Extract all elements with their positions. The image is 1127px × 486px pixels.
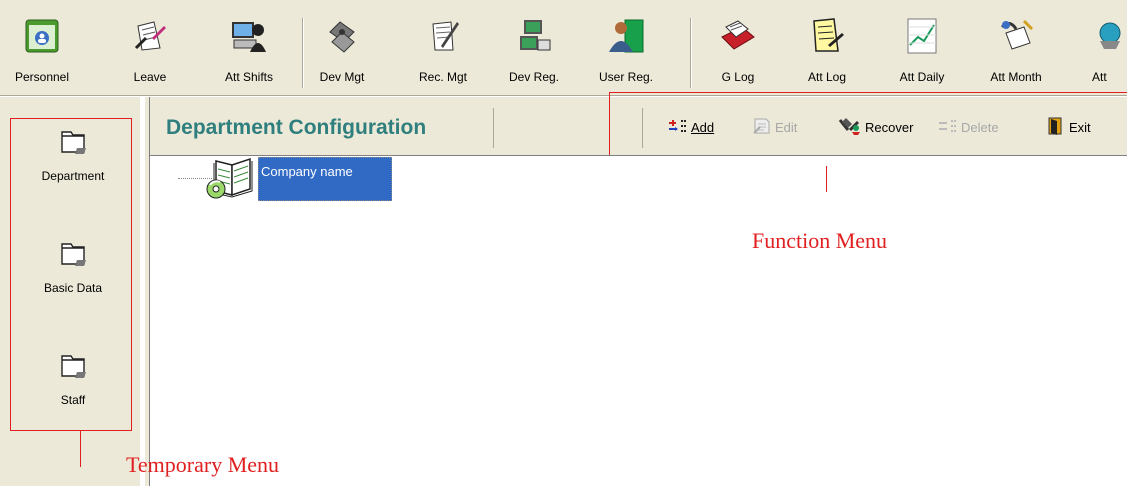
main-toolbar: Personnel Leave Att Shifts Dev Mgt Rec. … <box>0 0 1127 96</box>
page-title: Department Configuration <box>166 116 427 139</box>
toolbar-label: Att Log <box>807 70 847 84</box>
leave-icon <box>130 14 170 58</box>
toolbar-att-log-button[interactable]: Att Log <box>802 14 852 92</box>
toolbar-label: Leave <box>133 70 167 84</box>
toolbar-att-shifts-button[interactable]: Att Shifts <box>214 14 284 92</box>
toolbar-label: Dev Mgt <box>319 70 365 84</box>
toolbar-label: Att Daily <box>899 70 945 84</box>
toolbar-personnel-button[interactable]: Personnel <box>14 14 70 92</box>
rec-mgt-icon <box>423 14 463 58</box>
toolbar-label: Dev Reg. <box>508 70 560 84</box>
toolbar-separator <box>690 18 692 88</box>
personnel-icon <box>22 14 62 58</box>
tree-node-company[interactable]: Company name <box>258 157 392 201</box>
toolbar-label: User Reg. <box>598 70 654 84</box>
toolbar-label: Att <box>1092 70 1107 84</box>
toolbar-att-daily-button[interactable]: Att Daily <box>894 14 950 92</box>
user-reg-icon <box>606 14 646 58</box>
temporary-menu-highlight-box <box>10 118 132 431</box>
function-menu-annotation: Function Menu <box>752 228 888 253</box>
att-log-icon <box>807 14 847 58</box>
toolbar-rec-mgt-button[interactable]: Rec. Mgt <box>414 14 472 92</box>
toolbar-label: Rec. Mgt <box>418 70 467 84</box>
att-icon <box>1086 14 1126 58</box>
toolbar-user-reg-button[interactable]: User Reg. <box>594 14 658 92</box>
toolbar-dev-reg-button[interactable]: Dev Reg. <box>506 14 562 92</box>
dev-reg-icon <box>514 14 554 58</box>
g-log-icon <box>718 14 758 58</box>
toolbar-att-button[interactable]: Att <box>1086 14 1126 92</box>
toolbar-label: Att Month <box>990 70 1042 84</box>
toolbar-separator <box>302 18 304 88</box>
function-menu-pointer-line <box>826 166 827 192</box>
app-window: Personnel Leave Att Shifts Dev Mgt Rec. … <box>0 0 1127 486</box>
toolbar-label: G Log <box>721 70 755 84</box>
department-tree[interactable] <box>150 155 1127 486</box>
dev-mgt-icon <box>322 14 362 58</box>
toolbar-label: Att Shifts <box>224 70 274 84</box>
toolbar-label: Personnel <box>14 70 70 84</box>
toolbar-dev-mgt-button[interactable]: Dev Mgt <box>314 14 370 92</box>
att-shifts-icon <box>229 14 269 58</box>
tree-node-label: Company name <box>261 164 353 179</box>
att-daily-icon <box>902 14 942 58</box>
temporary-menu-pointer-line <box>80 431 81 467</box>
company-book-icon <box>206 155 258 201</box>
temporary-menu-annotation: Temporary Menu <box>126 452 280 477</box>
toolbar-leave-button[interactable]: Leave <box>128 14 172 92</box>
title-panel: Department Configuration <box>156 108 494 148</box>
toolbar-att-month-button[interactable]: Att Month <box>984 14 1048 92</box>
toolbar-g-log-button[interactable]: G Log <box>712 14 764 92</box>
att-month-icon <box>996 14 1036 58</box>
